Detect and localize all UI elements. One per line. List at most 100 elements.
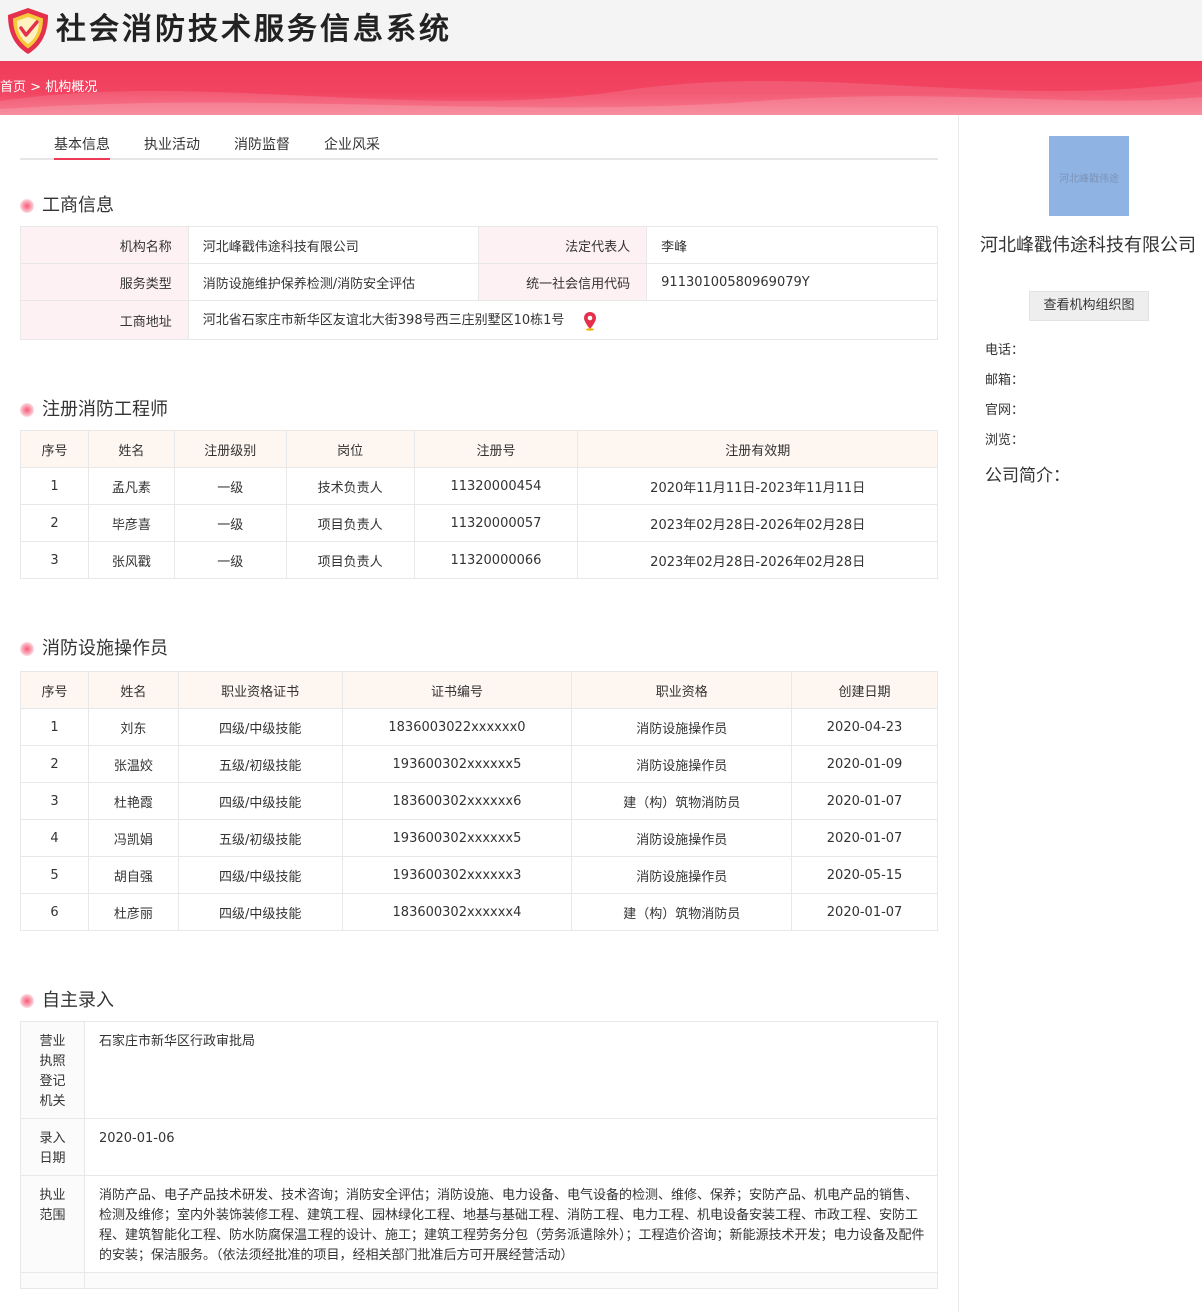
address-value: 河北省石家庄市新华区友谊北大街398号西三庄别墅区10栋1号	[202, 313, 565, 329]
table-row: 5 胡自强 四级/中级技能 193600302xxxxxx3 消防设施操作员 2…	[20, 856, 938, 894]
tab-fire-supervision[interactable]: 消防监督	[234, 134, 290, 160]
table-footer-cell	[83, 1272, 939, 1289]
table-cell: 5	[20, 856, 89, 894]
section-title-self-entry: 自主录入	[20, 989, 114, 1013]
table-cell: 孟凡素	[87, 467, 175, 505]
table-cell: 2020-01-07	[791, 782, 938, 820]
table-cell: 2023年02月28日-2026年02月28日	[577, 541, 938, 579]
section-title-operators: 消防设施操作员	[20, 637, 168, 661]
table-footer-row	[20, 1272, 939, 1289]
table-cell: 消防设施操作员	[571, 708, 793, 746]
table-row: 录入日期 2020-01-06	[20, 1118, 939, 1176]
view-org-chart-button[interactable]: 查看机构组织图	[1029, 291, 1149, 321]
table-cell: 1	[20, 467, 89, 505]
section-title-text: 消防设施操作员	[42, 638, 168, 659]
views-label: 浏览：	[985, 433, 1025, 448]
column-header: 职业资格证书	[177, 671, 343, 709]
entry-date-label: 录入日期	[20, 1118, 85, 1176]
table-cell: 杜艳霞	[87, 782, 179, 820]
website-label: 官网：	[985, 403, 1025, 418]
table-row: 1 孟凡素 一级 技术负责人 11320000454 2020年11月11日-2…	[20, 467, 938, 505]
table-row: 3 杜艳霞 四级/中级技能 183600302xxxxxx6 建（构）筑物消防员…	[20, 782, 938, 820]
table-cell: 四级/中级技能	[177, 856, 343, 894]
column-header: 注册级别	[173, 430, 287, 468]
table-cell: 四级/中级技能	[177, 893, 343, 931]
column-header: 岗位	[285, 430, 415, 468]
sidebar-divider	[958, 115, 959, 1312]
table-cell: 2020年11月11日-2023年11月11日	[577, 467, 938, 505]
table-cell: 消防设施操作员	[571, 819, 793, 857]
table-cell: 五级/初级技能	[177, 819, 343, 857]
breadcrumb-home-link[interactable]: 首页	[0, 80, 26, 95]
shield-logo-icon	[8, 8, 48, 54]
table-cell: 一级	[173, 467, 287, 505]
table-cell: 胡自强	[87, 856, 179, 894]
table-cell: 2020-01-07	[791, 819, 938, 857]
bullet-dot-icon	[20, 642, 34, 656]
table-cell: 张风戳	[87, 541, 175, 579]
tab-bar: 基本信息 执业活动 消防监督 企业风采	[20, 128, 938, 160]
credit-code-label: 统一社会信用代码	[478, 263, 648, 301]
table-cell: 1836003022xxxxxx0	[341, 708, 573, 746]
column-header: 注册有效期	[577, 430, 938, 468]
breadcrumb-current: 机构概况	[45, 80, 98, 95]
tab-company-style[interactable]: 企业风采	[324, 134, 380, 160]
table-cell: 刘东	[87, 708, 179, 746]
table-cell: 193600302xxxxxx3	[341, 856, 573, 894]
credit-code-value: 91130100580969079Y	[646, 263, 938, 301]
table-row: 服务类型 消防设施维护保养检测/消防安全评估 统一社会信用代码 91130100…	[20, 263, 938, 301]
registration-authority-label: 营业执照登记机关	[20, 1021, 85, 1119]
table-cell: 消防设施操作员	[571, 856, 793, 894]
self-entry-table: 营业执照登记机关 石家庄市新华区行政审批局 录入日期 2020-01-06 执业…	[20, 1021, 939, 1289]
business-scope-label: 执业范围	[20, 1175, 85, 1273]
page-banner: 首页 > 机构概况	[0, 61, 1202, 115]
legal-rep-label: 法定代表人	[478, 226, 648, 264]
table-cell: 技术负责人	[285, 467, 415, 505]
table-row: 工商地址 河北省石家庄市新华区友谊北大街398号西三庄别墅区10栋1号	[20, 300, 939, 340]
banner-wave-decoration	[0, 81, 1202, 115]
column-header: 创建日期	[791, 671, 938, 709]
table-cell: 11320000454	[413, 467, 579, 505]
table-cell: 2023年02月28日-2026年02月28日	[577, 504, 938, 542]
address-cell: 河北省石家庄市新华区友谊北大街398号西三庄别墅区10栋1号	[187, 300, 939, 340]
org-name-value: 河北峰戳伟途科技有限公司	[187, 226, 480, 264]
table-cell: 消防设施操作员	[571, 745, 793, 783]
table-row: 4 冯凯娟 五级/初级技能 193600302xxxxxx5 消防设施操作员 2…	[20, 819, 938, 857]
table-cell: 项目负责人	[285, 541, 415, 579]
table-row: 2 张温姣 五级/初级技能 193600302xxxxxx5 消防设施操作员 2…	[20, 745, 938, 783]
table-cell: 3	[20, 541, 89, 579]
service-type-value: 消防设施维护保养检测/消防安全评估	[187, 263, 480, 301]
table-cell: 五级/初级技能	[177, 745, 343, 783]
table-cell: 2020-04-23	[791, 708, 938, 746]
column-header: 证书编号	[341, 671, 573, 709]
tab-basic-info[interactable]: 基本信息	[54, 134, 110, 160]
table-cell: 183600302xxxxxx6	[341, 782, 573, 820]
table-cell: 183600302xxxxxx4	[341, 893, 573, 931]
table-cell: 项目负责人	[285, 504, 415, 542]
breadcrumb-separator: >	[30, 80, 42, 95]
phone-label: 电话：	[985, 343, 1025, 358]
business-scope-value: 消防产品、电子产品技术研发、技术咨询；消防安全评估；消防设施、电力设备、电气设备…	[83, 1175, 939, 1273]
table-cell: 建（构）筑物消防员	[571, 782, 793, 820]
column-header: 姓名	[87, 671, 179, 709]
table-cell: 2020-01-07	[791, 893, 938, 931]
table-cell: 2	[20, 504, 89, 542]
table-cell: 冯凯娟	[87, 819, 179, 857]
table-cell: 3	[20, 782, 89, 820]
table-cell: 四级/中级技能	[177, 782, 343, 820]
company-intro-label: 公司简介：	[985, 466, 1070, 486]
table-cell: 一级	[173, 541, 287, 579]
map-pin-icon[interactable]	[583, 311, 597, 331]
tab-practice-activity[interactable]: 执业活动	[144, 134, 200, 160]
table-cell: 张温姣	[87, 745, 179, 783]
table-cell: 2020-05-15	[791, 856, 938, 894]
company-name: 河北峰戳伟途科技有限公司	[980, 235, 1196, 256]
company-logo-text: 河北峰戳伟途	[1059, 174, 1119, 185]
entry-date-value: 2020-01-06	[83, 1118, 939, 1176]
org-name-label: 机构名称	[20, 226, 189, 264]
breadcrumb: 首页 > 机构概况	[0, 78, 97, 98]
table-row: 1 刘东 四级/中级技能 1836003022xxxxxx0 消防设施操作员 2…	[20, 708, 938, 746]
table-header-row: 序号 姓名 职业资格证书 证书编号 职业资格 创建日期	[20, 671, 938, 709]
table-cell: 毕彦喜	[87, 504, 175, 542]
section-title-business: 工商信息	[20, 194, 114, 218]
